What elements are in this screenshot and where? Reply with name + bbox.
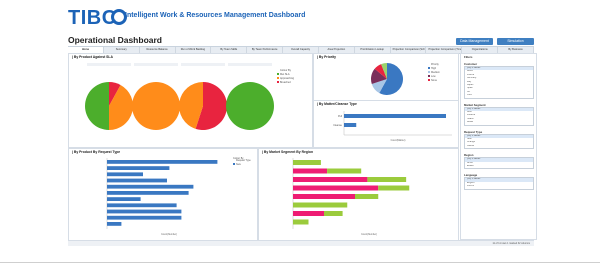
sla-chart: Colour ByMet SLAApproachingBreached — [85, 63, 295, 130]
request-bar[interactable] — [107, 172, 143, 177]
legend-label: Breached — [280, 81, 291, 84]
sla-pie-slice[interactable] — [132, 82, 180, 130]
region-bar-pink[interactable] — [293, 177, 368, 182]
legend-title: Colour By — [233, 157, 244, 160]
legend-label: None — [431, 79, 438, 82]
filter-list[interactable]: (All) 4 values APAC EMEA — [464, 157, 534, 170]
request-bar[interactable] — [107, 191, 189, 195]
pie-header — [87, 63, 131, 66]
priority-panel: | By Priority Priority High Medium Low None — [313, 53, 459, 101]
filter-list[interactable]: (All) 8 values Brazil France Germany Italy Ja… — [464, 66, 534, 99]
request-bar[interactable] — [107, 209, 182, 214]
region-chart: Count(Number) — [292, 158, 410, 236]
category-label: Pull — [338, 115, 342, 118]
matter-bar[interactable] — [344, 123, 357, 127]
status-bar: 11 of 11 rows 1 marked 32 columns — [68, 240, 534, 246]
region-bar-pink[interactable] — [293, 168, 328, 174]
legend-swatch — [428, 75, 430, 77]
legend-label: High — [431, 67, 437, 70]
axis-label: Count(Number) — [161, 233, 177, 236]
filter-panel-title: Filters — [464, 55, 473, 59]
filter-option[interactable]: French — [465, 185, 533, 188]
legend-swatch — [428, 79, 430, 81]
matter-chart: Pull Cleanse Count(Mattter) — [333, 111, 452, 142]
request-bar[interactable] — [107, 215, 182, 220]
legend-label: Met SLA — [280, 73, 290, 76]
pie-header — [181, 63, 225, 66]
filter-option[interactable]: EMEA — [465, 165, 533, 168]
legend-label: Colour By — [280, 69, 292, 72]
category-label: Cleanse — [333, 124, 342, 127]
request-bar[interactable] — [107, 160, 218, 164]
matter-panel: | By Matter/Cleanse Type Pull Cleanse Coun… — [313, 100, 459, 148]
page-title: Operational Dashboard — [68, 35, 162, 45]
request-bar[interactable] — [107, 222, 122, 226]
legend-swatch — [428, 71, 430, 73]
status-text: 11 of 11 rows 1 marked 32 columns — [492, 241, 530, 245]
region-bar-green[interactable] — [293, 160, 321, 165]
data-management-button[interactable]: Data Management — [456, 38, 493, 45]
region-bar-green[interactable] — [293, 219, 309, 225]
filter-list[interactable]: (All) 5 values English French — [464, 177, 534, 190]
bottom-divider — [0, 262, 600, 263]
legend-label: Medium — [431, 71, 440, 74]
tibco-logo-text: TIBC — [68, 7, 117, 29]
axis-label: Count(Number) — [361, 233, 377, 236]
filter-list[interactable]: (All) 5 values Auto Finance Health Retail — [464, 106, 534, 126]
legend-swatch — [277, 73, 279, 75]
filter-list[interactable]: (All) 3 values New Change Cancel — [464, 133, 534, 150]
region-bar-pink[interactable] — [293, 211, 324, 216]
request-panel: | By Product By Request Type Count(Numbe… — [68, 148, 258, 241]
filter-option[interactable]: Retail — [465, 121, 533, 124]
legend-swatch — [277, 77, 279, 79]
priority-chart: PriorityHighMediumLowNone — [371, 63, 440, 95]
legend-swatch — [233, 163, 235, 165]
request-bar[interactable] — [107, 197, 141, 201]
sla-pie-slice[interactable] — [226, 82, 274, 130]
legend-swatch — [277, 81, 279, 83]
app-subtitle: Intelligent Work & Resources Management … — [125, 12, 306, 19]
region-bar-green[interactable] — [355, 194, 379, 199]
sla-pie-slice[interactable] — [85, 82, 109, 130]
filter-option[interactable]: Cancel — [465, 145, 533, 148]
pie-header — [134, 63, 178, 66]
request-bar[interactable] — [107, 184, 194, 189]
legend-label: Approaching — [280, 77, 295, 80]
request-bar[interactable] — [107, 166, 170, 170]
legend-label: Priority — [431, 63, 440, 66]
filter-panel: Filters Customer (All) 8 values Brazil Fran… — [460, 53, 537, 240]
request-bar[interactable] — [107, 178, 167, 183]
matter-bar[interactable] — [344, 114, 446, 118]
legend-label: Low — [431, 75, 436, 78]
region-bar-green[interactable] — [367, 177, 407, 182]
request-chart: Count(Number)Request TypeNewColour By — [106, 157, 251, 236]
legend-label: New — [236, 163, 241, 166]
region-bar-pink[interactable] — [293, 185, 379, 191]
axis-label: Count(Mattter) — [391, 139, 406, 142]
sla-panel: | By Product Against SLA Colour By Met SL… — [68, 53, 313, 148]
request-bar[interactable] — [107, 203, 177, 208]
simulation-button[interactable]: Simulation — [497, 38, 534, 45]
region-bar-green[interactable] — [324, 211, 343, 216]
region-bar-green[interactable] — [327, 168, 362, 174]
region-bar-green[interactable] — [293, 202, 348, 208]
region-bar-pink[interactable] — [293, 194, 355, 199]
region-panel: | By Market Segment By Region Count(Numb… — [258, 148, 459, 241]
legend-swatch — [428, 67, 430, 69]
filter-option[interactable]: USA — [465, 94, 533, 97]
pie-header — [228, 63, 272, 66]
region-bar-green[interactable] — [378, 185, 410, 191]
